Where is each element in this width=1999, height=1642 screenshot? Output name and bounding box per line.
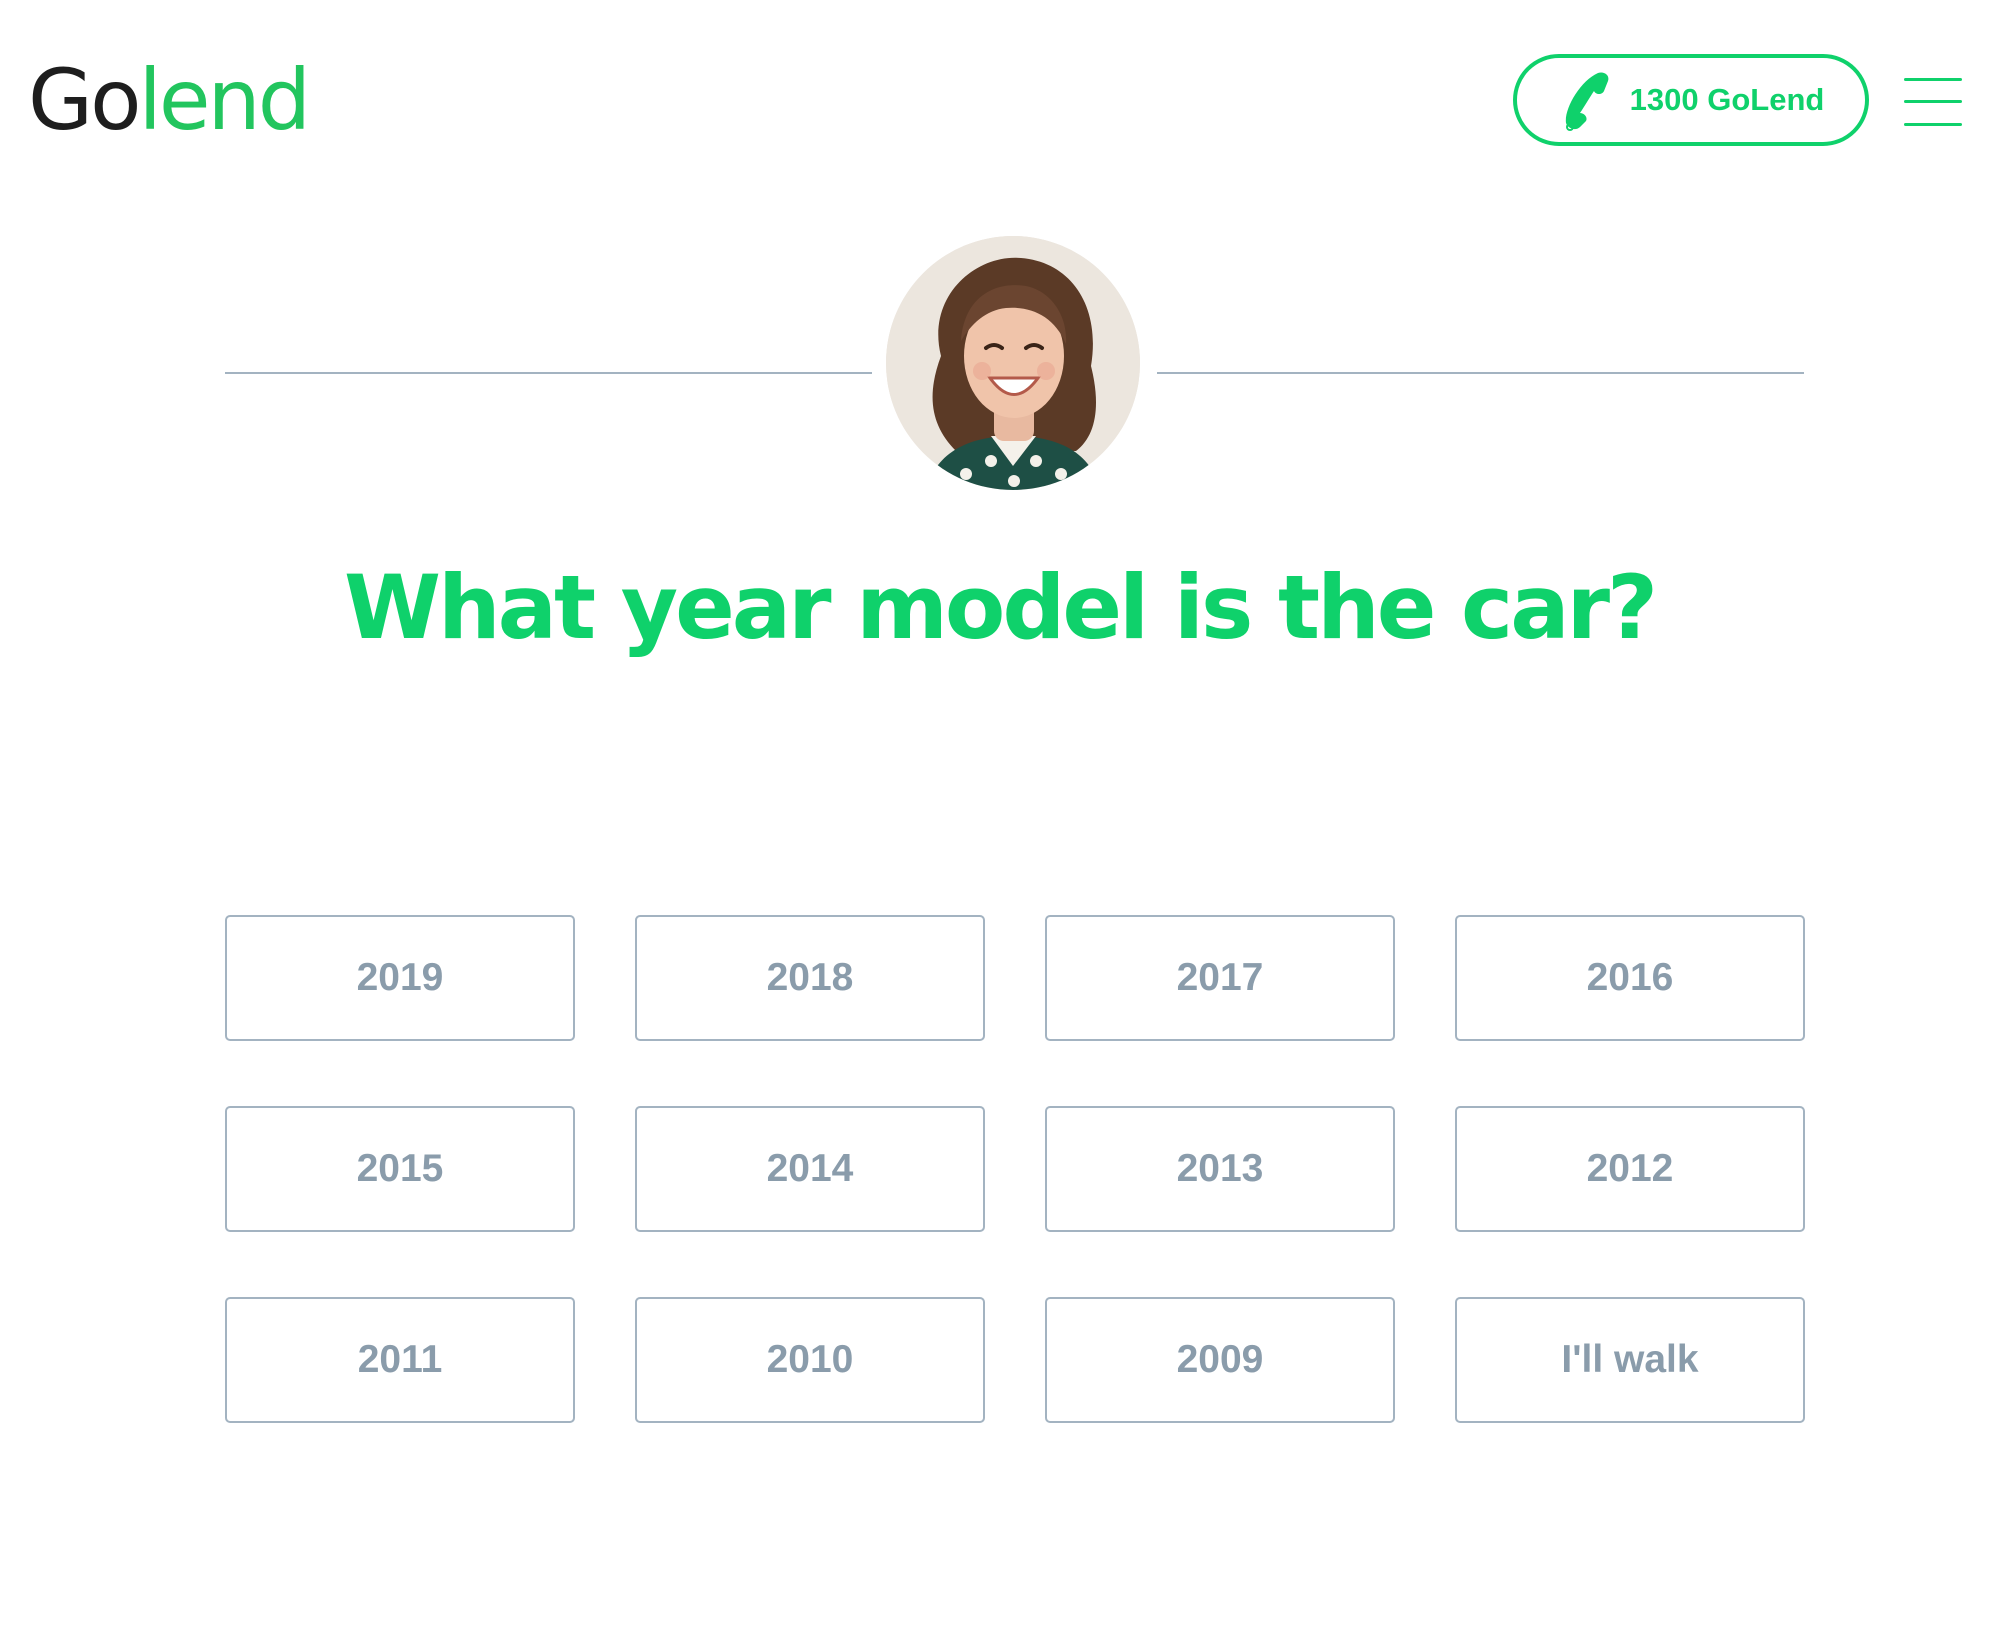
divider-left <box>225 372 872 374</box>
option-2011-button[interactable]: 2011 <box>225 1297 575 1423</box>
option-2016-button[interactable]: 2016 <box>1455 915 1805 1041</box>
option-2014-button[interactable]: 2014 <box>635 1106 985 1232</box>
option-2012-button[interactable]: 2012 <box>1455 1106 1805 1232</box>
hamburger-menu-icon-bar-bottom <box>1904 123 1962 126</box>
logo-lend-text: lend <box>138 51 311 149</box>
option-2018-button[interactable]: 2018 <box>635 915 985 1041</box>
phone-number-label: 1300 GoLend <box>1629 82 1825 117</box>
divider-right <box>1157 372 1804 374</box>
advisor-avatar <box>886 236 1140 490</box>
hamburger-menu-button[interactable] <box>1904 78 1962 126</box>
option-2009-button[interactable]: 2009 <box>1045 1297 1395 1423</box>
option-2013-button[interactable]: 2013 <box>1045 1106 1395 1232</box>
hamburger-menu-icon-bar-middle <box>1904 100 1962 103</box>
call-phone-button[interactable]: 1300 GoLend <box>1513 54 1869 146</box>
option-2017-button[interactable]: 2017 <box>1045 915 1395 1041</box>
option-2010-button[interactable]: 2010 <box>635 1297 985 1423</box>
year-options-grid: 2019 2018 2017 2016 2015 2014 2013 2012 … <box>225 915 1805 1423</box>
option-2019-button[interactable]: 2019 <box>225 915 575 1041</box>
option-2015-button[interactable]: 2015 <box>225 1106 575 1232</box>
question-title: What year model is the car? <box>343 556 1658 659</box>
phone-icon <box>1565 72 1609 131</box>
option-ill-walk-button[interactable]: I'll walk <box>1455 1297 1805 1423</box>
logo-go-text: Go <box>28 51 141 149</box>
page: Golend 1300 GoLend What year model is th… <box>0 0 1999 1642</box>
golend-logo[interactable]: Golend <box>28 58 311 142</box>
hamburger-menu-icon-bar-top <box>1904 78 1962 81</box>
